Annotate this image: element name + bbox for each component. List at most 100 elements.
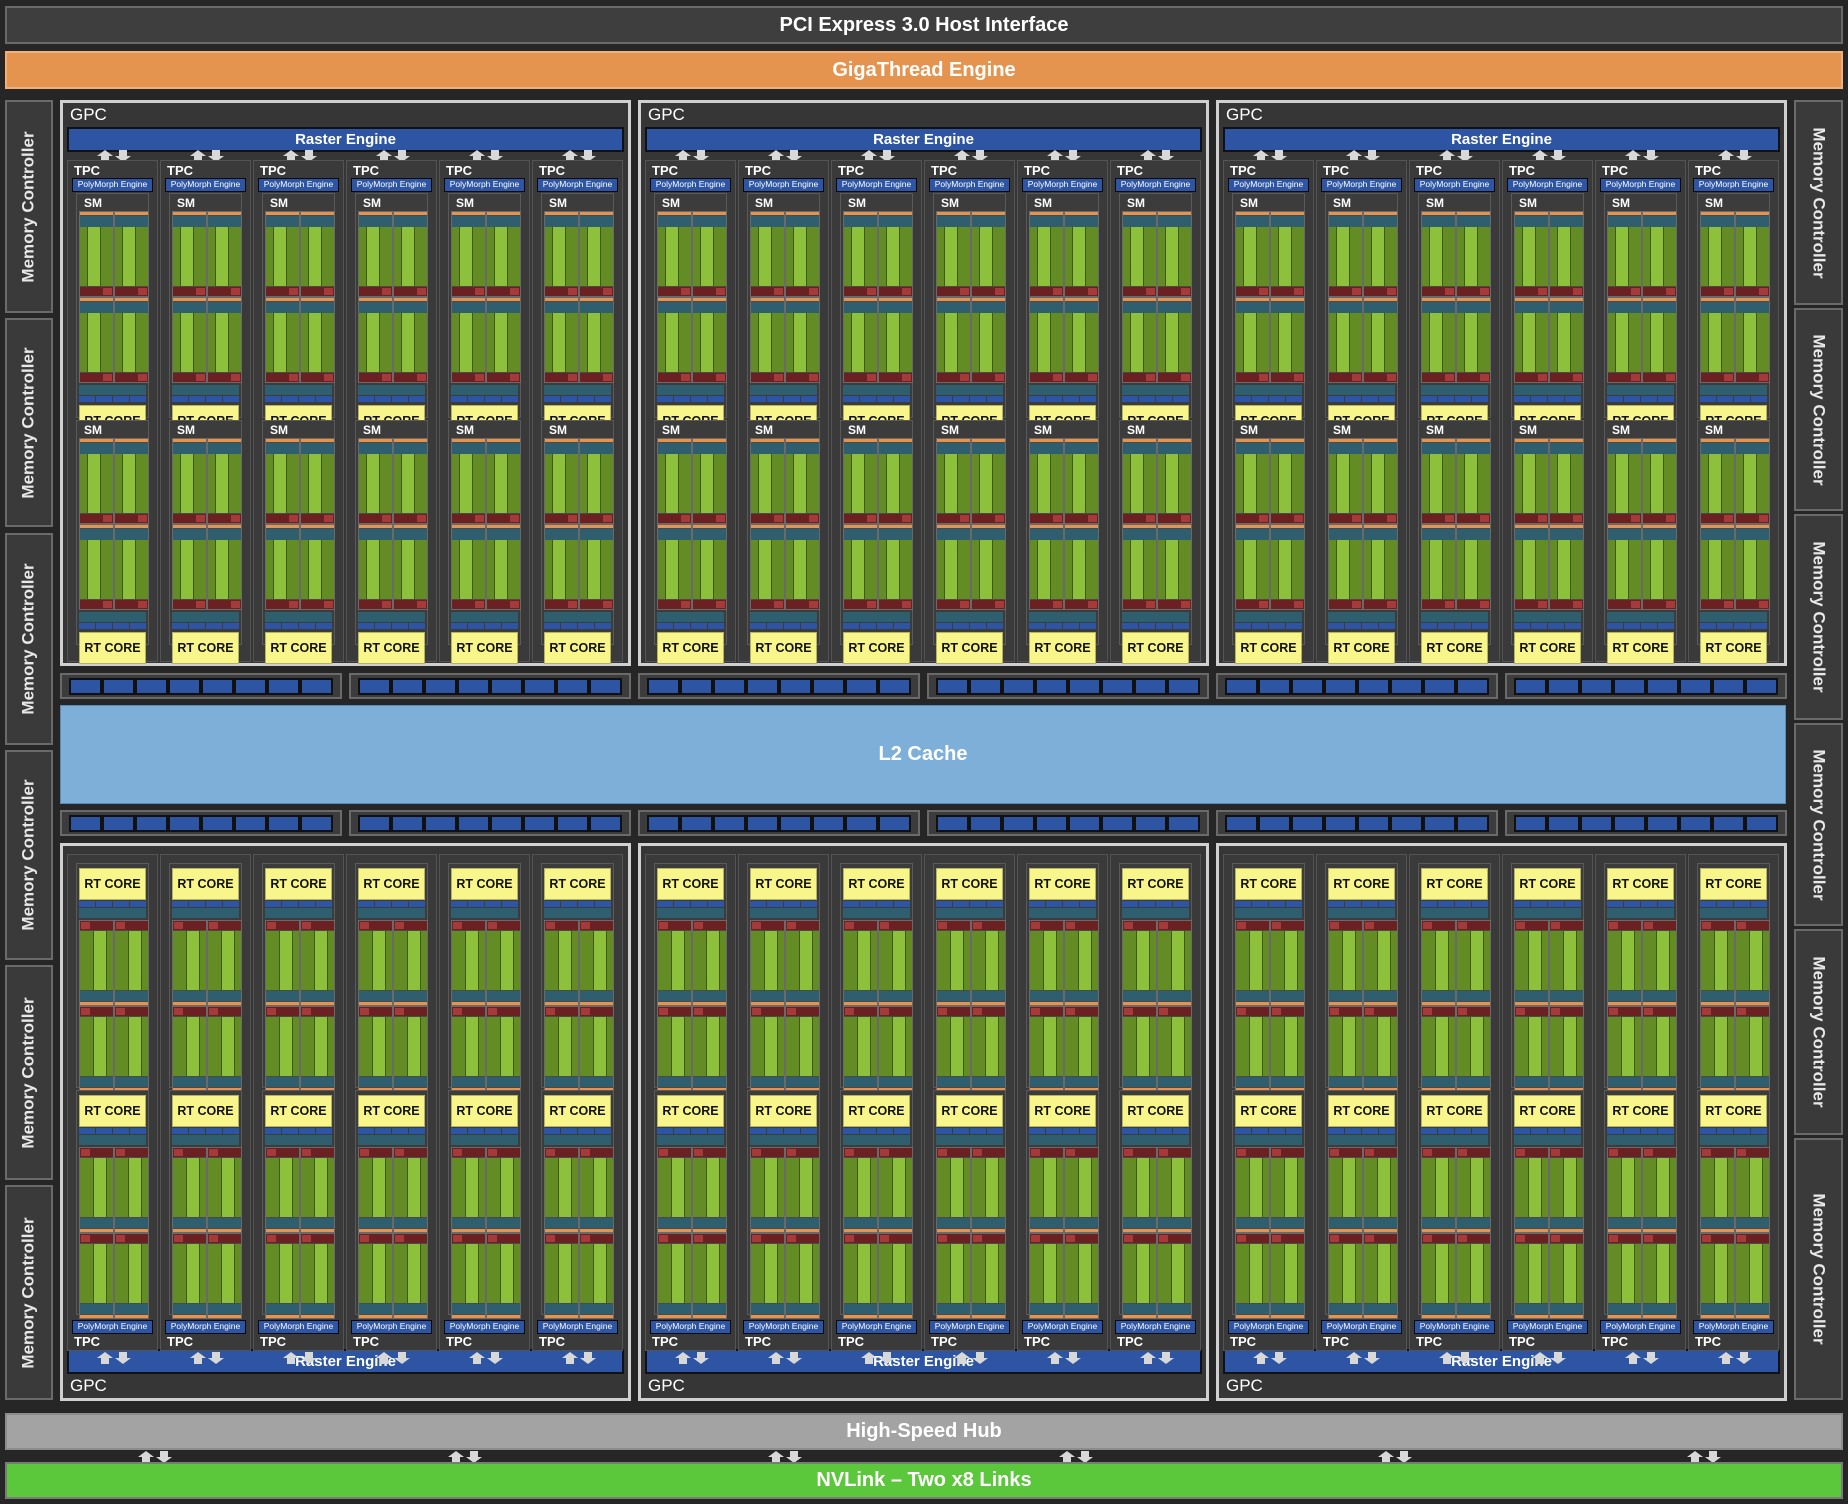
sfu <box>395 922 404 929</box>
texture-unit <box>316 623 332 629</box>
bidirectional-arrow-icon <box>954 1351 988 1364</box>
register-file <box>1643 302 1676 313</box>
texture-unit <box>265 1128 281 1134</box>
tensor-cores <box>1377 1158 1392 1217</box>
warp-scheduler <box>786 525 819 528</box>
sfu <box>716 601 725 608</box>
texture-unit <box>708 396 724 402</box>
warp-scheduler <box>1271 212 1304 215</box>
texture-unit <box>1156 623 1172 629</box>
sm-partition <box>79 524 114 610</box>
tensor-cores <box>1130 454 1145 513</box>
sm: SMRT CORE <box>76 193 149 437</box>
texture-unit <box>1472 1128 1488 1134</box>
register-file <box>452 302 485 313</box>
sm: SMRT CORE <box>1418 420 1491 664</box>
sm-partition <box>300 211 335 297</box>
tensor-cores <box>700 313 715 372</box>
sm-partition <box>1514 1233 1549 1319</box>
tensor-cores <box>1043 1158 1058 1217</box>
sfu <box>1516 1235 1525 1242</box>
register-file <box>394 216 427 227</box>
sm-label: SM <box>1127 196 1145 210</box>
cuda-cores <box>487 454 520 513</box>
tensor-cores <box>215 313 230 372</box>
warp-scheduler <box>658 1002 691 1005</box>
register-file <box>1550 216 1583 227</box>
load-store-units <box>844 373 877 382</box>
load-store-units <box>1065 1148 1098 1157</box>
sm-shared-memory <box>1029 908 1096 918</box>
sm-label: SM <box>549 423 567 437</box>
sm-partition <box>300 438 335 524</box>
warp-scheduler <box>545 439 578 442</box>
texture-unit <box>561 623 577 629</box>
cuda-cores <box>1236 227 1269 286</box>
texture-unit <box>502 1128 518 1134</box>
sfu <box>324 288 333 295</box>
texture-unit <box>1607 901 1623 907</box>
crossbar-block <box>168 814 201 832</box>
polymorph-engine: PolyMorph Engine <box>1115 178 1196 192</box>
warp-scheduler <box>1550 298 1583 301</box>
sfu <box>81 1008 90 1015</box>
warp-scheduler <box>1030 1229 1063 1232</box>
load-store-units <box>786 373 819 382</box>
load-store-units <box>452 1148 485 1157</box>
sm: SMRT CORE <box>541 1090 614 1319</box>
tensor-cores <box>186 1158 201 1217</box>
sm-label: SM <box>1612 196 1630 210</box>
sm-partition <box>1064 211 1099 297</box>
load-store-units <box>452 600 485 609</box>
texture-unit <box>843 901 859 907</box>
texture-unit <box>1029 623 1045 629</box>
load-store-units <box>487 287 520 296</box>
sfu <box>845 1008 854 1015</box>
load-store-units <box>359 600 392 609</box>
register-file <box>1123 443 1156 454</box>
cuda-cores <box>1422 1244 1455 1303</box>
warp-scheduler <box>1608 1229 1641 1232</box>
rt-core-label: RT CORE <box>456 641 513 655</box>
warp-scheduler <box>1364 439 1397 442</box>
warp-scheduler <box>208 1315 241 1318</box>
bidirectional-arrow-icon <box>861 1351 895 1364</box>
load-store-units <box>545 373 578 382</box>
polymorph-engine: PolyMorph Engine <box>444 1320 525 1334</box>
texture-unit <box>1624 1128 1640 1134</box>
register-file <box>301 1218 334 1228</box>
crossbar-block <box>746 814 779 832</box>
sm-partition <box>1363 920 1398 1006</box>
polymorph-engine: PolyMorph Engine <box>1115 1320 1196 1334</box>
load-store-units <box>580 287 613 296</box>
warp-scheduler <box>879 298 912 301</box>
texture-unit <box>1548 623 1564 629</box>
register-file <box>1364 443 1397 454</box>
tensor-cores <box>552 454 567 513</box>
sfu <box>1609 922 1618 929</box>
sfu <box>81 1149 90 1156</box>
tensor-cores <box>1708 454 1723 513</box>
rt-core: RT CORE <box>1421 868 1488 900</box>
load-store-units <box>394 1007 427 1016</box>
rt-core-label: RT CORE <box>177 1104 234 1118</box>
rt-core: RT CORE <box>451 632 518 664</box>
load-store-units <box>693 1234 726 1243</box>
register-file <box>1550 1077 1583 1087</box>
sm-partition <box>1456 297 1491 383</box>
sm: SMRT CORE <box>840 420 913 664</box>
sm-partition <box>936 1233 971 1319</box>
sfu <box>267 922 276 929</box>
texture-unit <box>1607 396 1623 402</box>
texture-unit <box>409 623 425 629</box>
tpc: TPCPolyMorph EngineSMRT CORESMRT CORE <box>645 160 736 664</box>
rt-core-label: RT CORE <box>1127 1104 1184 1118</box>
cuda-cores <box>972 1017 1005 1076</box>
register-file <box>545 302 578 313</box>
rt-core-label: RT CORE <box>363 1104 420 1118</box>
texture-unit <box>1063 396 1079 402</box>
sm-partition <box>750 438 785 524</box>
texture-unit <box>691 1128 707 1134</box>
texture-unit <box>544 1128 560 1134</box>
cuda-cores <box>1736 227 1769 286</box>
